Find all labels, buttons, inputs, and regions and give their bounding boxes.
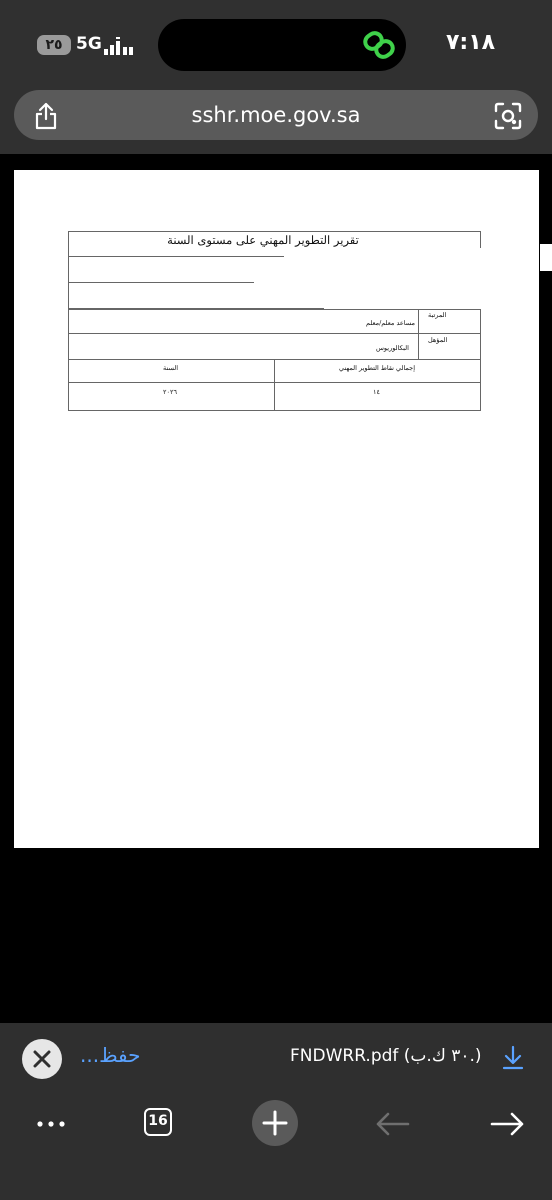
save-button[interactable]: حفظ... <box>80 1043 141 1067</box>
close-download-button[interactable] <box>22 1039 62 1079</box>
total-points-header: إجمالي نقاط التطوير المهني <box>339 364 416 372</box>
share-icon[interactable] <box>34 102 58 130</box>
plus-icon <box>262 1110 288 1136</box>
top-toolbar: sshr.moe.gov.sa <box>0 90 552 154</box>
status-bar: ٢٥ 5G ٧:١٨ <box>0 0 552 90</box>
new-tab-button[interactable] <box>252 1100 298 1146</box>
address-bar[interactable]: sshr.moe.gov.sa <box>14 90 538 140</box>
page-scroll-tab[interactable] <box>540 244 552 271</box>
year-header: السنة <box>163 364 179 372</box>
rank-label: المرتبة <box>428 311 447 319</box>
url-text[interactable]: sshr.moe.gov.sa <box>14 90 538 140</box>
forward-arrow-icon[interactable] <box>490 1111 526 1137</box>
pdf-page[interactable]: تقرير التطوير المهني على مستوى السنة الم… <box>14 170 539 848</box>
bottom-toolbar: 16 <box>0 1093 552 1200</box>
qualification-label: المؤهل <box>428 336 448 344</box>
qualification-value: البكالوريوس <box>376 344 409 352</box>
lens-icon[interactable] <box>494 102 522 130</box>
back-arrow-icon[interactable] <box>374 1111 410 1137</box>
report-title: تقرير التطوير المهني على مستوى السنة <box>167 233 359 247</box>
download-icon[interactable] <box>502 1045 524 1071</box>
link-icon <box>363 31 395 59</box>
download-bar: حفظ... FNDWRR.pdf (٣٠ ك.ب.) <box>0 1023 552 1093</box>
file-name: FNDWRR.pdf (٣٠ ك.ب.) <box>290 1046 482 1066</box>
tabs-icon[interactable]: 16 <box>144 1108 172 1136</box>
rank-value: مساعد معلم/معلم <box>366 319 415 327</box>
report-table: تقرير التطوير المهني على مستوى السنة الم… <box>68 231 481 411</box>
year-value: ٢٠٢٦ <box>163 388 177 396</box>
battery-indicator: ٢٥ <box>37 35 71 55</box>
signal-icon <box>104 37 133 55</box>
clock: ٧:١٨ <box>446 30 496 55</box>
close-icon <box>33 1050 51 1068</box>
network-type: 5G <box>76 34 102 54</box>
total-points-value: ١٤ <box>373 388 380 396</box>
more-icon[interactable] <box>36 1113 70 1135</box>
